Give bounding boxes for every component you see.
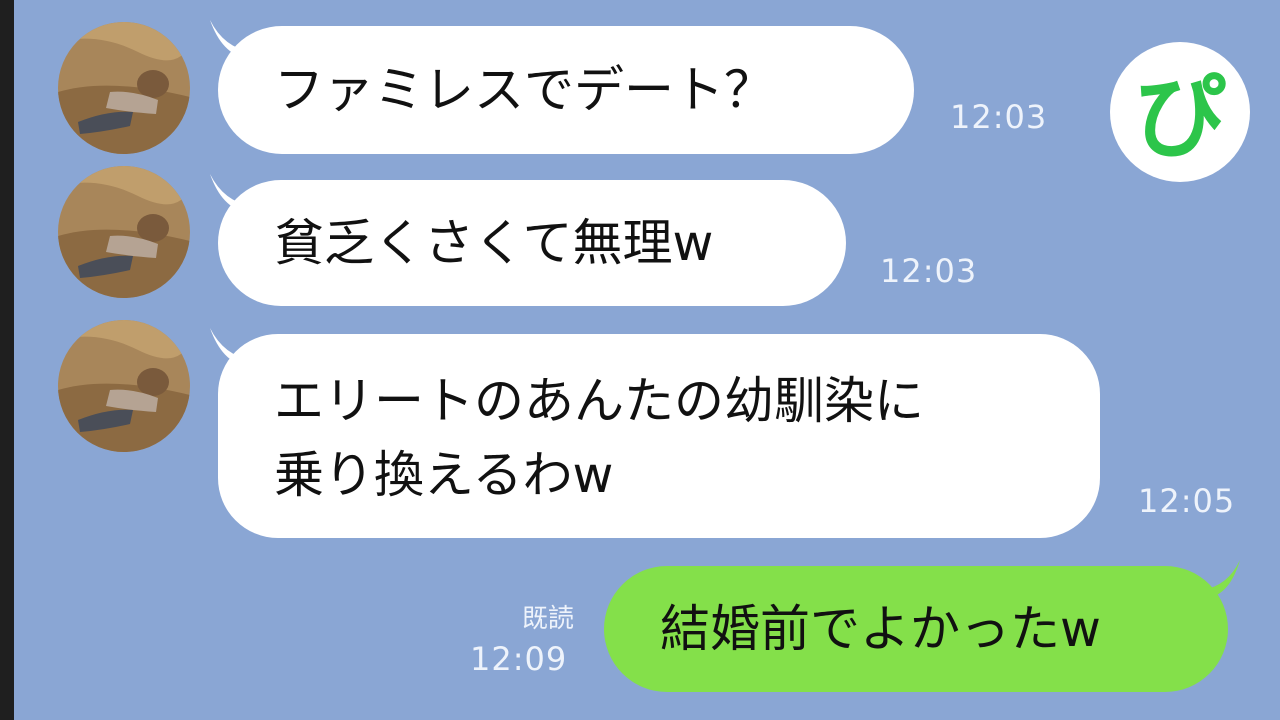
message-time: 12:05 [1138,482,1236,520]
sender-avatar[interactable] [58,22,190,154]
sender-avatar[interactable] [58,320,190,452]
message-text-line: 乗り換えるわw [274,446,614,504]
incoming-message-bubble[interactable]: エリートのあんたの幼馴染に 乗り換えるわw [218,334,1100,538]
incoming-message-bubble[interactable]: 貧乏くさくて無理w [218,180,846,306]
bubble-tail [1202,560,1240,598]
message-time: 12:03 [950,98,1048,136]
message-text-line: エリートのあんたの幼馴染に [274,372,924,430]
channel-logo: ぴ [1110,42,1250,182]
message-text: 貧乏くさくて無理w [274,214,714,272]
logo-text: ぴ [1133,63,1226,171]
sender-avatar[interactable] [58,166,190,298]
incoming-message-bubble[interactable]: ファミレスでデート？ [218,26,914,154]
person-lying-in-grass-photo-icon [58,320,190,452]
outgoing-message-bubble[interactable]: 結婚前でよかったw [604,566,1228,692]
message-time: 12:03 [880,252,978,290]
chat-area[interactable]: ファミレスでデート？ 12:03 ぴ 貧乏くさくて無理w 12:03 エリートの… [0,0,1280,720]
person-lying-in-grass-photo-icon [58,22,190,154]
message-text: ファミレスでデート？ [274,61,774,119]
message-time: 12:09 [470,640,568,678]
read-receipt: 既読 [521,604,574,634]
person-lying-in-grass-photo-icon [58,166,190,298]
message-text: 結婚前でよかったw [660,600,1101,658]
